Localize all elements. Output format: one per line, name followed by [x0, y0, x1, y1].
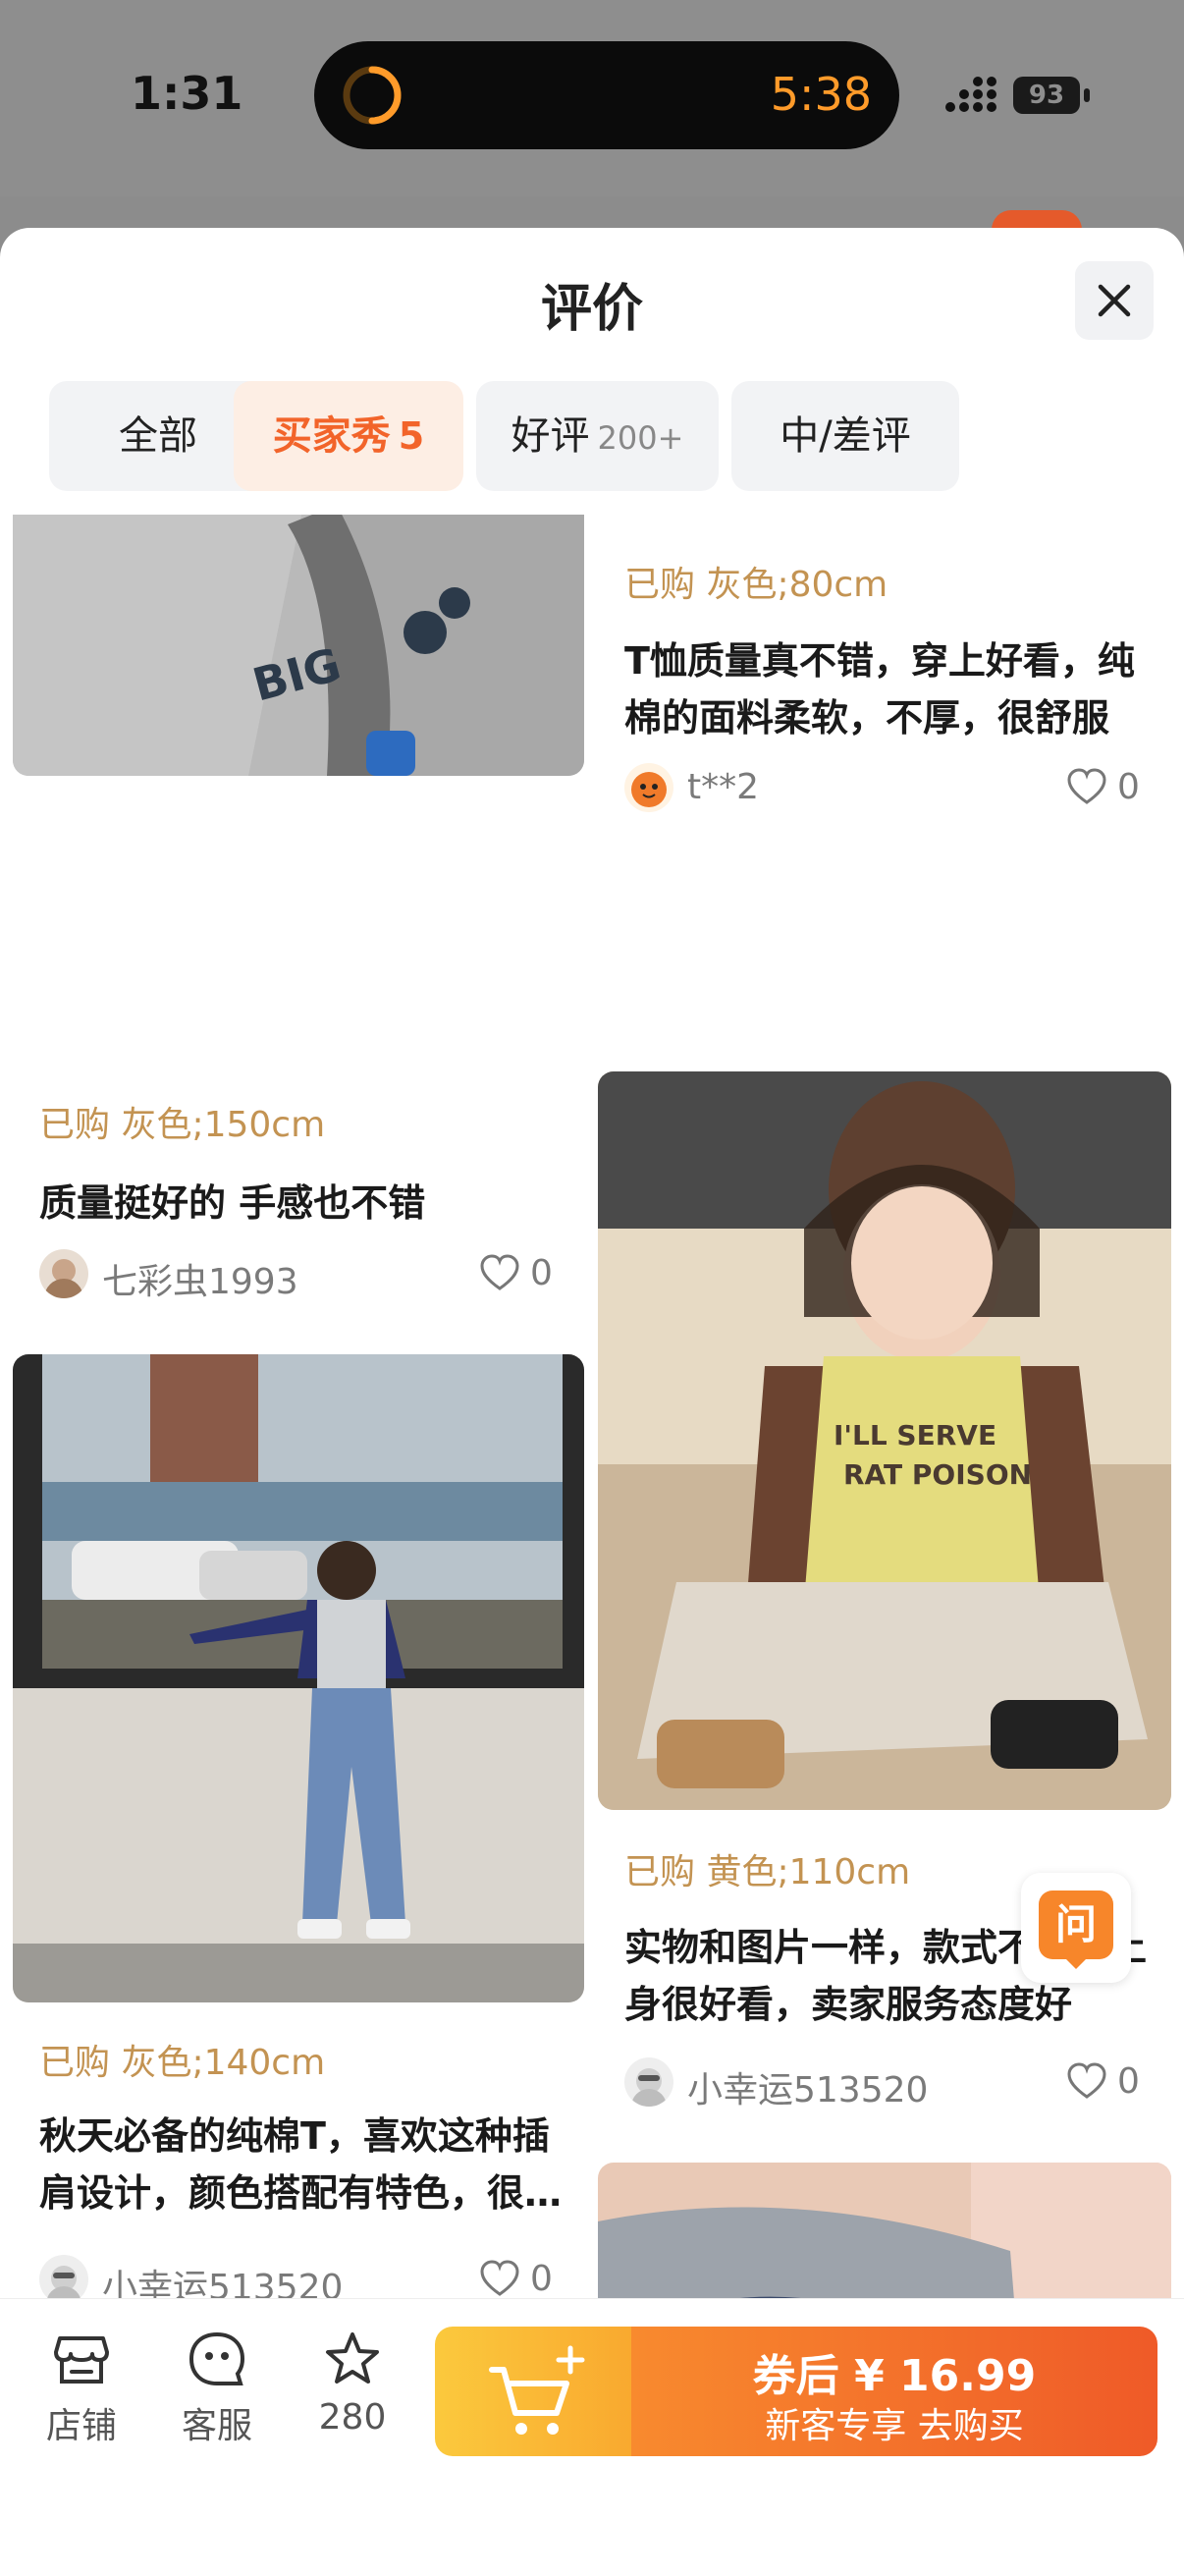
like-count: 0 — [530, 1253, 553, 1293]
ask-label: 问 — [1039, 1891, 1113, 1959]
ask-bubble-tail — [1064, 1957, 1088, 1969]
coupon-price: 券后 ¥ 16.99 — [752, 2351, 1037, 2401]
heart-icon — [1067, 2062, 1106, 2099]
heart-icon — [1067, 768, 1106, 804]
review-text: 秋天必备的纯棉T，喜欢这种插肩设计，颜色搭配有特色，很好看 — [39, 2114, 563, 2215]
shop-label: 店铺 — [45, 2406, 117, 2446]
review-feed[interactable]: BIG 已购 灰色;150cm 质量挺好的 手感也不错 七彩虫1993 0 已购… — [0, 515, 1184, 2298]
like-button[interactable]: 0 — [479, 2255, 558, 2298]
avatar — [39, 2255, 88, 2298]
signal-icon — [945, 77, 996, 112]
like-button[interactable]: 0 — [479, 1249, 558, 1298]
like-count: 0 — [1117, 2061, 1140, 2102]
review-photo[interactable]: SERVE — [598, 2163, 1171, 2298]
like-button[interactable]: 0 — [1066, 2057, 1145, 2107]
sheet-title: 评价 — [540, 280, 643, 339]
child-outdoor-photo-image — [13, 1354, 584, 2002]
tab-buyer-show-count: 5 — [398, 414, 425, 458]
close-button[interactable] — [1075, 261, 1154, 340]
battery-nub — [1084, 88, 1090, 102]
avatar — [624, 763, 673, 812]
tab-buyer-show-label: 买家秀 — [272, 413, 391, 459]
user-name: 小幸运513520 — [102, 2268, 344, 2298]
service-label: 客服 — [181, 2406, 252, 2446]
cart-plus-icon — [489, 2345, 585, 2435]
svg-text:I'LL SERVE: I'LL SERVE — [834, 1419, 996, 1452]
heart-icon — [480, 2260, 519, 2296]
reviews-sheet: 评价 全部 买家秀 5 好评 200+ 中/差评 BIG 已购 灰色;150cm… — [0, 228, 1184, 2575]
tab-all-label: 全部 — [119, 413, 197, 459]
user-name: 七彩虫1993 — [102, 1262, 298, 1302]
battery-icon: 93 — [1013, 77, 1080, 114]
review-spec: 已购 黄色;110cm — [624, 1852, 911, 1892]
add-to-cart-button[interactable] — [435, 2327, 631, 2456]
close-icon — [1098, 284, 1131, 317]
buy-label: 新客专享 去购买 — [765, 2406, 1024, 2446]
tab-positive-label: 好评 — [511, 413, 590, 459]
review-photo[interactable]: BIG — [13, 515, 584, 776]
heart-icon — [480, 1254, 519, 1290]
purchase-cta: 券后 ¥ 16.99 新客专享 去购买 — [435, 2327, 1157, 2456]
buy-now-button[interactable]: 券后 ¥ 16.99 新客专享 去购买 — [631, 2327, 1157, 2456]
review-spec: 已购 灰色;150cm — [39, 1105, 326, 1145]
chat-face-icon — [188, 2331, 245, 2385]
tab-neutral-negative[interactable]: 中/差评 — [731, 381, 959, 491]
timer-ring-icon — [343, 66, 402, 125]
timer-text: 5:38 — [770, 68, 872, 121]
review-text: T恤质量真不错，穿上好看，纯棉的面料柔软，不厚，很舒服 — [624, 639, 1135, 740]
dynamic-island[interactable]: 5:38 — [314, 41, 899, 149]
child-indoor-photo-image: I'LL SERVE RAT POISON — [598, 1071, 1171, 1810]
avatar — [624, 2057, 673, 2107]
star-icon — [326, 2332, 379, 2384]
like-button[interactable]: 0 — [1066, 763, 1145, 812]
status-time: 1:31 — [131, 67, 243, 120]
bottom-action-bar: 店铺 客服 280 券后 ¥ 16.99 新客专享 去购买 — [0, 2298, 1184, 2576]
review-text: 质量挺好的 手感也不错 — [39, 1181, 426, 1225]
shirt-bed-photo-image: SERVE — [598, 2163, 1171, 2298]
store-icon — [54, 2336, 109, 2384]
shop-button[interactable]: 店铺 — [27, 2329, 135, 2448]
like-count: 0 — [1117, 767, 1140, 807]
user-name: 小幸运513520 — [687, 2070, 929, 2110]
tab-positive-count: 200+ — [597, 419, 684, 457]
ask-button[interactable]: 问 — [1021, 1873, 1131, 1983]
review-photo[interactable] — [13, 1354, 584, 2002]
review-spec: 已购 灰色;140cm — [39, 2043, 326, 2083]
avatar — [39, 1249, 88, 1298]
svg-text:RAT POISON: RAT POISON — [843, 1458, 1032, 1491]
status-bar: 1:31 5:38 93 — [0, 0, 1184, 196]
tab-positive[interactable]: 好评 200+ — [476, 381, 719, 491]
review-photo[interactable]: I'LL SERVE RAT POISON — [598, 1071, 1171, 1810]
favorite-count: 280 — [318, 2397, 387, 2438]
like-count: 0 — [530, 2259, 553, 2298]
user-name: t**2 — [687, 767, 760, 807]
tab-neutral-negative-label: 中/差评 — [780, 413, 911, 459]
favorite-button[interactable]: 280 — [298, 2329, 406, 2438]
service-button[interactable]: 客服 — [163, 2329, 271, 2448]
tab-buyer-show[interactable]: 买家秀 5 — [234, 381, 463, 491]
shirt-photo-image: BIG — [13, 515, 584, 776]
review-spec: 已购 灰色;80cm — [624, 565, 888, 605]
